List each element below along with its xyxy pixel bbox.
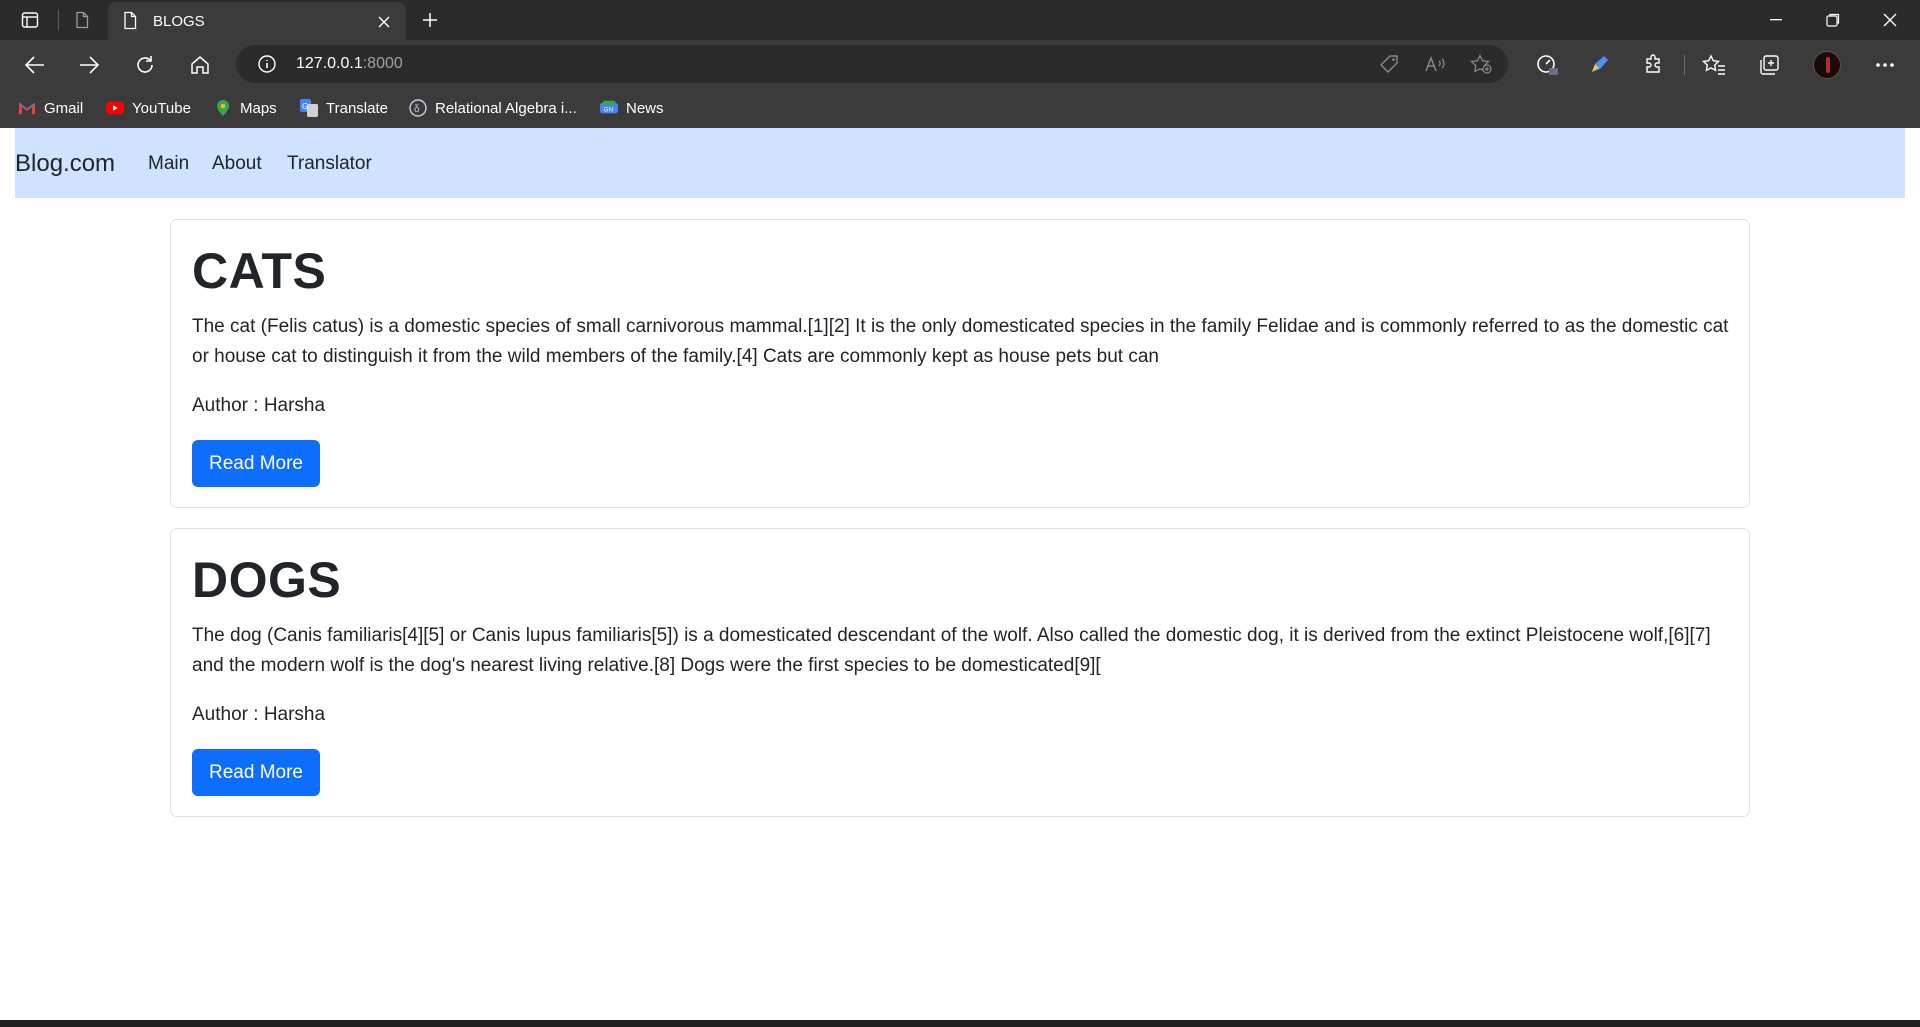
new-tab-icon[interactable] — [416, 6, 444, 34]
read-more-button[interactable]: Read More — [192, 440, 320, 487]
address-bar[interactable]: 127.0.0.1:8000 — [236, 45, 1508, 83]
home-icon[interactable] — [183, 48, 217, 82]
bookmark-label: Relational Algebra i... — [435, 99, 577, 117]
tab-title: BLOGS — [153, 13, 205, 30]
site-info-icon[interactable] — [254, 51, 280, 77]
gmail-icon — [18, 99, 36, 117]
bookmark-youtube[interactable]: YouTube — [106, 96, 191, 120]
read-more-button[interactable]: Read More — [192, 749, 320, 796]
bookmark-news[interactable]: GN News — [600, 96, 664, 120]
performance-icon[interactable] — [1530, 48, 1564, 82]
browser-titlebar: BLOGS — [0, 0, 1920, 40]
bookmark-maps[interactable]: Maps — [214, 96, 277, 120]
blog-excerpt: The dog (Canis familiaris[4][5] or Canis… — [192, 625, 1711, 676]
translate-icon: G — [300, 99, 318, 117]
more-options-icon[interactable] — [1868, 48, 1902, 82]
relational-algebra-icon: δ — [409, 99, 427, 117]
add-favorite-icon[interactable] — [1468, 51, 1494, 77]
url-host: 127.0.0.1 — [296, 55, 363, 72]
nav-link-about[interactable]: About — [212, 153, 262, 175]
read-aloud-icon[interactable] — [1422, 51, 1448, 77]
profile-avatar[interactable] — [1813, 51, 1841, 79]
bookmark-label: YouTube — [132, 99, 191, 117]
bookmarks-bar: Gmail YouTube Maps G Translate δ Relatio… — [0, 88, 1920, 128]
maps-icon — [214, 99, 232, 117]
blog-title: DOGS — [192, 552, 342, 608]
news-icon: GN — [600, 99, 618, 117]
svg-text:G: G — [302, 102, 308, 111]
close-window-icon[interactable] — [1862, 0, 1918, 40]
bookmark-label: Translate — [326, 99, 388, 117]
collections-icon[interactable] — [1752, 48, 1786, 82]
browser-toolbar: 127.0.0.1:8000 — [0, 40, 1920, 88]
bookmark-translate[interactable]: G Translate — [300, 96, 388, 120]
refresh-icon[interactable] — [128, 48, 162, 82]
bookmark-relational-algebra[interactable]: δ Relational Algebra i... — [409, 96, 577, 120]
active-tab[interactable]: BLOGS — [108, 2, 406, 40]
back-icon[interactable] — [18, 48, 52, 82]
site-navbar: Blog.com Main About Translator — [15, 128, 1905, 198]
tab-actions-icon[interactable] — [16, 6, 44, 34]
coupon-icon[interactable] — [1376, 51, 1402, 77]
svg-text:δ: δ — [414, 104, 420, 115]
inactive-tab[interactable] — [68, 6, 96, 34]
url-text: 127.0.0.1:8000 — [296, 55, 403, 73]
toolbar-divider — [1684, 55, 1685, 75]
bookmark-label: News — [626, 99, 664, 117]
url-port: :8000 — [362, 55, 403, 72]
svg-text:GN: GN — [604, 107, 614, 114]
forward-icon[interactable] — [72, 48, 106, 82]
bookmark-gmail[interactable]: Gmail — [18, 96, 83, 120]
extensions-icon[interactable] — [1637, 48, 1671, 82]
blog-card: DOGS The dog (Canis familiaris[4][5] or … — [170, 528, 1750, 817]
restore-icon[interactable] — [1805, 0, 1861, 40]
bookmark-label: Gmail — [44, 99, 84, 117]
blog-excerpt: The cat (Felis catus) is a domestic spec… — [192, 316, 1729, 367]
blog-card: CATS The cat (Felis catus) is a domestic… — [170, 219, 1750, 508]
taskbar-edge — [0, 1020, 1920, 1027]
blog-author: Author : Harsha — [192, 395, 326, 416]
extension-pen-icon[interactable] — [1582, 48, 1616, 82]
nav-link-translator[interactable]: Translator — [287, 153, 372, 175]
page-icon — [122, 11, 138, 35]
youtube-icon — [106, 99, 124, 117]
nav-link-main[interactable]: Main — [148, 153, 189, 175]
blog-author: Author : Harsha — [192, 704, 326, 725]
minimize-icon[interactable] — [1748, 0, 1804, 40]
brand-link[interactable]: Blog.com — [15, 150, 115, 178]
blog-title: CATS — [192, 243, 327, 299]
tab-close-icon[interactable] — [372, 10, 396, 34]
favorites-icon[interactable] — [1697, 48, 1731, 82]
tab-separator — [58, 10, 59, 30]
bookmark-label: Maps — [240, 99, 277, 117]
